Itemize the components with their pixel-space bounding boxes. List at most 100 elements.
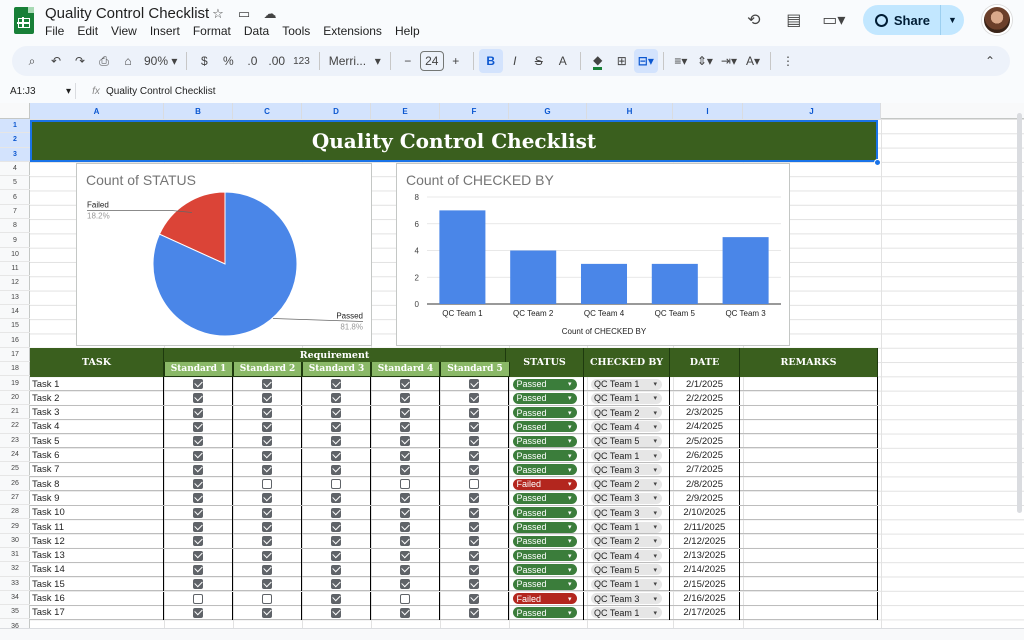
checkbox-checked[interactable] — [193, 479, 203, 490]
row-header-11[interactable]: 11 — [0, 262, 30, 277]
checkbox-checked[interactable] — [469, 550, 479, 561]
column-header-c[interactable]: C — [233, 103, 302, 119]
team-dropdown-chip[interactable]: QC Team 3 — [591, 507, 662, 519]
increase-font-size-button[interactable]: + — [444, 49, 468, 73]
checkbox-checked[interactable] — [262, 436, 272, 447]
remarks-cell[interactable] — [740, 520, 878, 534]
increase-decimal-button[interactable]: .00 — [264, 49, 289, 73]
checkbox-checked[interactable] — [469, 464, 479, 475]
remarks-cell[interactable] — [740, 534, 878, 549]
merge-cells-icon[interactable]: ⊟▾ — [633, 49, 658, 73]
checkbox-checked[interactable] — [193, 564, 203, 575]
remarks-cell[interactable] — [740, 577, 878, 592]
status-dropdown-chip[interactable]: Passed — [512, 421, 577, 433]
task-cell[interactable]: Task 9 — [30, 491, 164, 506]
row-header-20[interactable]: 20 — [0, 391, 30, 405]
status-dropdown-chip[interactable]: Passed — [512, 607, 577, 619]
star-icon[interactable]: ☆ — [210, 6, 226, 22]
menu-data[interactable]: Data — [244, 24, 269, 38]
checkbox-checked[interactable] — [331, 579, 341, 590]
row-header-30[interactable]: 30 — [0, 534, 30, 548]
checkbox-checked[interactable] — [400, 536, 410, 547]
team-dropdown-chip[interactable]: QC Team 3 — [591, 492, 662, 504]
status-dropdown-chip[interactable]: Passed — [512, 507, 577, 519]
checkbox-checked[interactable] — [262, 493, 272, 504]
row-header-13[interactable]: 13 — [0, 291, 30, 305]
checkbox-checked[interactable] — [469, 393, 479, 404]
row-header-33[interactable]: 33 — [0, 577, 30, 591]
row-header-7[interactable]: 7 — [0, 205, 30, 220]
move-folder-icon[interactable]: ▭ — [236, 6, 252, 22]
checkbox-checked[interactable] — [331, 522, 341, 532]
checkbox-checked[interactable] — [400, 379, 410, 389]
date-cell[interactable]: 2/14/2025 — [670, 562, 740, 577]
date-cell[interactable]: 2/9/2025 — [670, 491, 740, 506]
undo-icon[interactable]: ↶ — [44, 49, 68, 73]
team-dropdown-chip[interactable]: QC Team 3 — [591, 464, 662, 476]
date-cell[interactable]: 2/4/2025 — [670, 419, 740, 434]
column-header-b[interactable]: B — [164, 103, 233, 119]
row-header-6[interactable]: 6 — [0, 191, 30, 205]
checkbox-checked[interactable] — [193, 536, 203, 547]
team-dropdown-chip[interactable]: QC Team 1 — [591, 378, 662, 390]
checkbox-checked[interactable] — [469, 522, 479, 532]
checkbox-checked[interactable] — [469, 579, 479, 590]
comments-icon[interactable]: ▤ — [783, 9, 805, 31]
fill-color-icon[interactable]: ◆ — [586, 49, 610, 73]
checkbox-checked[interactable] — [469, 564, 479, 575]
checkbox-checked[interactable] — [262, 536, 272, 547]
checkbox-checked[interactable] — [193, 450, 203, 461]
remarks-cell[interactable] — [740, 405, 878, 420]
team-dropdown-chip[interactable]: QC Team 3 — [591, 593, 662, 604]
checkbox-checked[interactable] — [193, 436, 203, 447]
checkbox-checked[interactable] — [193, 607, 203, 618]
checkbox-checked[interactable] — [331, 607, 341, 618]
remarks-cell[interactable] — [740, 448, 878, 463]
checkbox-checked[interactable] — [469, 493, 479, 504]
checkbox-checked[interactable] — [400, 421, 410, 432]
status-dropdown-chip[interactable]: Failed — [512, 593, 577, 604]
row-header-19[interactable]: 19 — [0, 376, 30, 391]
checkbox-checked[interactable] — [469, 436, 479, 447]
checkbox-checked[interactable] — [469, 407, 479, 418]
checkbox-checked[interactable] — [331, 550, 341, 561]
decrease-decimal-button[interactable]: .0 — [240, 49, 264, 73]
team-dropdown-chip[interactable]: QC Team 2 — [591, 407, 662, 419]
date-cell[interactable]: 2/3/2025 — [670, 405, 740, 420]
checkbox-checked[interactable] — [469, 593, 479, 604]
row-header-3[interactable]: 3 — [0, 147, 30, 162]
checkbox-checked[interactable] — [193, 507, 203, 518]
checkbox-checked[interactable] — [193, 493, 203, 504]
checkbox-checked[interactable] — [193, 464, 203, 475]
date-cell[interactable]: 2/12/2025 — [670, 534, 740, 549]
column-header-j[interactable]: J — [743, 103, 881, 119]
text-wrapping-icon[interactable]: ⇥▾ — [717, 49, 741, 73]
checkbox-checked[interactable] — [193, 522, 203, 532]
column-header-e[interactable]: E — [371, 103, 440, 119]
checkbox-checked[interactable] — [331, 507, 341, 518]
checkbox-unchecked[interactable] — [331, 479, 341, 490]
task-cell[interactable]: Task 15 — [30, 577, 164, 592]
row-header-17[interactable]: 17 — [0, 348, 30, 363]
checkbox-checked[interactable] — [400, 407, 410, 418]
row-header-35[interactable]: 35 — [0, 605, 30, 620]
collapse-toolbar-icon[interactable]: ⌃ — [978, 49, 1002, 73]
menu-file[interactable]: File — [45, 24, 64, 38]
status-dropdown-chip[interactable]: Passed — [512, 521, 577, 533]
row-header-18[interactable]: 18 — [0, 362, 30, 377]
vertical-scrollbar[interactable] — [1016, 103, 1024, 523]
sheets-logo-icon[interactable] — [14, 7, 34, 34]
checkbox-checked[interactable] — [262, 522, 272, 532]
checkbox-checked[interactable] — [469, 536, 479, 547]
font-family-select[interactable]: Merri... ▾ — [325, 49, 385, 73]
paint-format-icon[interactable]: ⌂ — [116, 49, 140, 73]
text-rotation-icon[interactable]: A▾ — [741, 49, 765, 73]
status-pie-chart[interactable]: Count of STATUS Failed 18.2% Passed 81.8% — [76, 163, 372, 346]
date-cell[interactable]: 2/15/2025 — [670, 577, 740, 592]
row-header-27[interactable]: 27 — [0, 491, 30, 506]
menu-format[interactable]: Format — [193, 24, 231, 38]
task-cell[interactable]: Task 1 — [30, 377, 164, 391]
task-cell[interactable]: Task 8 — [30, 477, 164, 492]
date-cell[interactable]: 2/11/2025 — [670, 520, 740, 534]
column-header-a[interactable]: A — [30, 103, 164, 119]
